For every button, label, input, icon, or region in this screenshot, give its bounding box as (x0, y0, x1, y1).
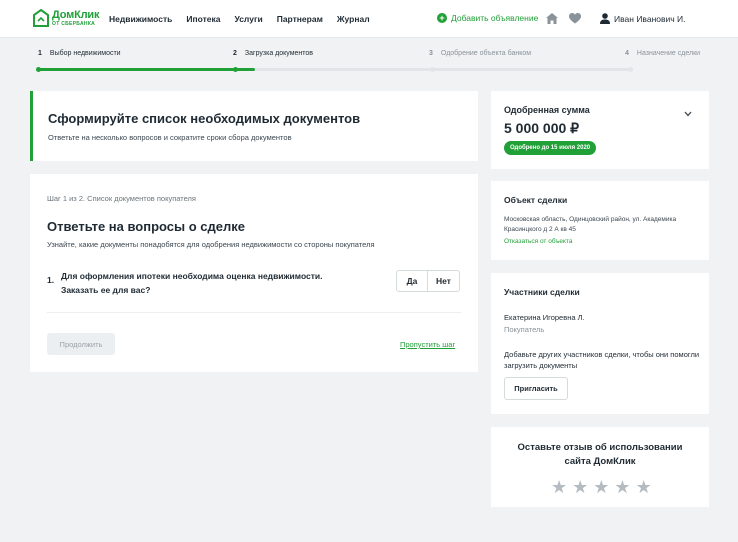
approval-badge: Одобрено до 15 июля 2020 (504, 141, 597, 155)
remove-object-link[interactable]: Отказаться от объекта (504, 238, 572, 245)
divider (47, 312, 461, 313)
participants-title: Участники сделки (504, 287, 580, 297)
questionnaire-subtitle: Узнайте, какие документы понадобятся для… (47, 240, 375, 249)
step-2: 2 Загрузка документов (233, 50, 313, 57)
intro-card: Сформируйте список необходимых документо… (30, 91, 478, 161)
user-icon (600, 13, 610, 24)
progress-fill (38, 68, 256, 71)
approved-sum-amount: 5 000 000 ₽ (504, 120, 580, 136)
approved-sum-title: Одобренная сумма (504, 105, 590, 115)
add-ad-link[interactable]: + Добавить объявление (437, 13, 538, 23)
step-number: 3 (429, 50, 433, 57)
star-icon[interactable]: ★ (572, 478, 588, 496)
house-logo-icon (33, 9, 49, 27)
nav-item-partners[interactable]: Партнерам (277, 14, 323, 24)
step-label: Выбор недвижимости (49, 50, 121, 57)
step-number: 4 (625, 50, 629, 57)
question-line: Для оформления ипотеки необходима оценка… (61, 271, 323, 281)
step-4: 4 Назначение сделки (625, 50, 700, 57)
progress-dot (35, 67, 41, 72)
questionnaire-card: Шаг 1 из 2. Список документов покупателя… (30, 174, 478, 372)
step-3: 3 Одобрение объекта банком (429, 50, 531, 57)
heart-icon[interactable] (569, 13, 581, 24)
star-rating: ★ ★ ★ ★ ★ (551, 478, 657, 496)
star-icon[interactable]: ★ (593, 478, 609, 496)
step-label: Одобрение объекта банком (440, 50, 532, 57)
participants-card: Участники сделки Екатерина Игоревна Л. П… (491, 273, 709, 414)
page-title: Сформируйте список необходимых документо… (48, 111, 361, 126)
review-title: Оставьте отзыв об использовании сайта До… (517, 442, 683, 467)
star-icon[interactable]: ★ (551, 478, 567, 496)
nav-item-journal[interactable]: Журнал (337, 14, 370, 24)
participant-name: Екатерина Игоревна Л. (504, 313, 585, 322)
yes-button[interactable]: Да (396, 270, 428, 292)
question-number: 1. (47, 275, 55, 285)
progress-dot (627, 67, 633, 72)
logo-subtitle: ОТ СБЕРБАНКА (52, 20, 96, 27)
main-nav: Недвижимость Ипотека Услуги Партнерам Жу… (109, 14, 384, 24)
question-text: Для оформления ипотеки необходима оценка… (61, 269, 361, 297)
top-header: ДомКлик ОТ СБЕРБАНКА Недвижимость Ипотек… (0, 0, 738, 38)
star-icon[interactable]: ★ (636, 478, 652, 496)
continue-button[interactable]: Продолжить (47, 333, 115, 355)
progress-track (35, 67, 633, 72)
chevron-down-icon[interactable] (684, 111, 692, 117)
yes-no-toggle: Да Нет (396, 270, 460, 292)
invite-text: Добавьте других участников сделки, чтобы… (504, 350, 700, 370)
nav-item-mortgage[interactable]: Ипотека (186, 14, 220, 24)
no-button[interactable]: Нет (428, 270, 460, 292)
skip-step-link[interactable]: Пропустить шаг (400, 340, 455, 349)
progress-steps: 1 Выбор недвижимости 2 Загрузка документов… (33, 50, 709, 72)
participant-role: Покупатель (504, 325, 545, 334)
deal-object-title: Объект сделки (504, 195, 568, 205)
add-ad-label: Добавить объявление (451, 13, 539, 23)
progress-dot (430, 67, 436, 72)
questionnaire-step-label: Шаг 1 из 2. Список документов покупателя (47, 194, 196, 203)
review-card: Оставьте отзыв об использовании сайта До… (491, 427, 709, 507)
step-label: Загрузка документов (244, 50, 314, 57)
logo[interactable]: ДомКлик ОТ СБЕРБАНКА (33, 9, 99, 27)
star-icon[interactable]: ★ (614, 478, 630, 496)
user-menu[interactable]: Иван Иванович И. (600, 13, 686, 24)
nav-item-services[interactable]: Услуги (234, 14, 262, 24)
page-subtitle: Ответьте на несколько вопросов и сократи… (48, 133, 292, 142)
nav-item-realty[interactable]: Недвижимость (109, 14, 172, 24)
logo-title: ДомКлик (52, 8, 100, 21)
questionnaire-title: Ответьте на вопросы о сделке (47, 219, 246, 234)
step-1: 1 Выбор недвижимости (38, 50, 121, 57)
user-name: Иван Иванович И. (614, 13, 686, 24)
home-icon[interactable] (546, 13, 558, 24)
invite-button[interactable]: Пригласить (504, 377, 568, 400)
plus-circle-icon: + (437, 13, 447, 23)
step-label: Назначение сделки (636, 50, 701, 57)
deal-object-card: Объект сделки Московская область, Одинцо… (491, 181, 709, 260)
step-number: 1 (38, 50, 42, 57)
approved-sum-card[interactable]: Одобренная сумма 5 000 000 ₽ Одобрено до… (491, 91, 709, 169)
deal-object-address: Московская область, Одинцовский район, у… (504, 216, 677, 233)
step-number: 2 (233, 50, 237, 57)
progress-dot (232, 67, 238, 72)
question-line: Заказать ее для вас? (61, 285, 151, 295)
